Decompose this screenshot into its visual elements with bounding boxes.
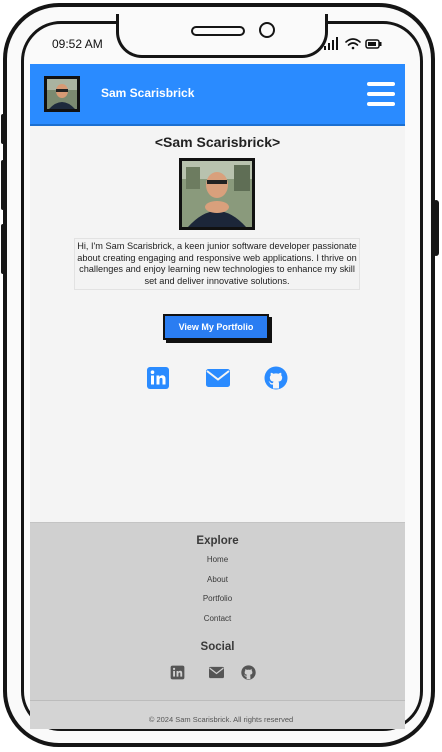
footer-explore-heading: Explore bbox=[196, 535, 239, 547]
footer-social-heading: Social bbox=[200, 641, 235, 653]
github-icon[interactable] bbox=[264, 366, 288, 390]
screen: Sam Scarisbrick <Sam Scarisbrick> Hi, I'… bbox=[30, 64, 405, 704]
email-icon[interactable] bbox=[205, 366, 231, 390]
footer-github-icon[interactable] bbox=[241, 665, 256, 680]
status-time: 09:52 AM bbox=[52, 37, 103, 51]
wifi-icon bbox=[345, 38, 361, 50]
footer-link-portfolio[interactable]: Portfolio bbox=[30, 594, 405, 603]
side-button-right bbox=[433, 200, 439, 256]
status-icons bbox=[324, 36, 384, 52]
nav-title[interactable]: Sam Scarisbrick bbox=[101, 86, 194, 100]
camera bbox=[259, 22, 275, 38]
side-button-left-3 bbox=[1, 224, 5, 274]
view-portfolio-button[interactable]: View My Portfolio bbox=[163, 314, 269, 340]
footer: Explore Home About Portfolio Contact Soc… bbox=[30, 522, 405, 704]
side-button-left-2 bbox=[1, 160, 5, 210]
footer-link-home[interactable]: Home bbox=[30, 555, 405, 564]
phone-notch bbox=[116, 14, 328, 58]
copyright-text: © 2024 Sam Scarisbrick. All rights reser… bbox=[148, 715, 294, 724]
signal-icon bbox=[324, 37, 338, 50]
avatar[interactable] bbox=[44, 76, 80, 112]
navbar: Sam Scarisbrick bbox=[30, 64, 405, 126]
profile-photo bbox=[179, 158, 255, 230]
linkedin-icon[interactable] bbox=[146, 366, 170, 390]
footer-link-contact[interactable]: Contact bbox=[30, 614, 405, 623]
side-button-left-1 bbox=[1, 114, 5, 144]
page-title: <Sam Scarisbrick> bbox=[154, 134, 281, 150]
battery-icon bbox=[365, 39, 382, 49]
speaker-grille bbox=[191, 26, 245, 36]
footer-link-about[interactable]: About bbox=[30, 575, 405, 584]
menu-icon[interactable] bbox=[367, 82, 395, 106]
footer-linkedin-icon[interactable] bbox=[170, 665, 185, 680]
footer-email-icon[interactable] bbox=[208, 665, 225, 680]
bio-text: Hi, I'm Sam Scarisbrick, a keen junior s… bbox=[74, 238, 360, 291]
